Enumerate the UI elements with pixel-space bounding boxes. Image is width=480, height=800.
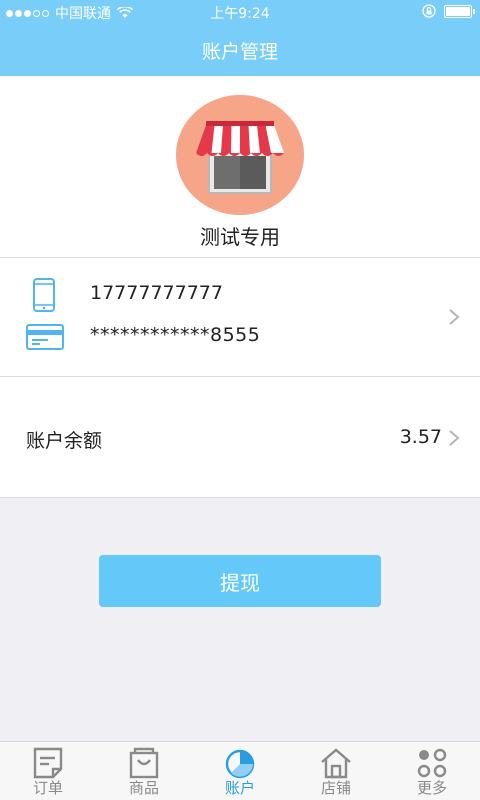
- status-time: 上午9:24: [210, 6, 270, 22]
- balance-row[interactable]: 账户余额 3.57: [0, 377, 480, 498]
- tab-orders[interactable]: 订单: [0, 742, 96, 800]
- page-title: 账户管理: [201, 40, 278, 63]
- tab-more-label: 更多: [416, 779, 447, 797]
- tab-products-label: 商品: [128, 779, 159, 797]
- more-dots-icon: [417, 748, 447, 778]
- shop-name: 测试专用: [200, 225, 280, 249]
- tab-more[interactable]: 更多: [384, 742, 480, 800]
- nav-bar: 账户管理: [0, 24, 480, 76]
- phone-icon: [33, 278, 55, 312]
- shopping-bag-icon: [129, 747, 159, 779]
- tab-products[interactable]: 商品: [96, 742, 192, 800]
- contact-info-row[interactable]: 17777777777 ************8555: [0, 258, 480, 377]
- tab-bar: 订单 商品 账户 店铺 更多: [0, 741, 480, 800]
- tab-account[interactable]: 账户: [192, 742, 288, 800]
- tab-shop[interactable]: 店铺: [288, 742, 384, 800]
- status-right: [422, 4, 475, 18]
- tab-orders-label: 订单: [32, 779, 63, 797]
- battery-icon: [444, 4, 475, 18]
- tab-account-label: 账户: [224, 779, 255, 797]
- shop-profile: 测试专用: [0, 76, 480, 258]
- bank-card-number: ************8555: [90, 324, 261, 346]
- balance-label: 账户余额: [26, 430, 103, 452]
- home-icon: [321, 748, 351, 779]
- withdraw-button[interactable]: 提现: [99, 555, 381, 607]
- chevron-right-icon: [449, 430, 460, 446]
- tab-shop-label: 店铺: [320, 779, 351, 797]
- status-bar: 中国联通 上午9:24: [0, 0, 480, 24]
- account-screen: 中国联通 上午9:24 账户管理 测试专用 17777777777 ******…: [0, 0, 480, 800]
- rotation-lock-icon: [422, 4, 436, 18]
- phone-number: 17777777777: [90, 282, 223, 304]
- document-icon: [33, 747, 63, 779]
- chevron-right-icon: [449, 309, 460, 325]
- shop-avatar-icon[interactable]: [176, 95, 304, 215]
- pie-chart-icon: [225, 749, 255, 779]
- bank-card-icon: [26, 324, 64, 350]
- balance-value: 3.57: [399, 426, 442, 448]
